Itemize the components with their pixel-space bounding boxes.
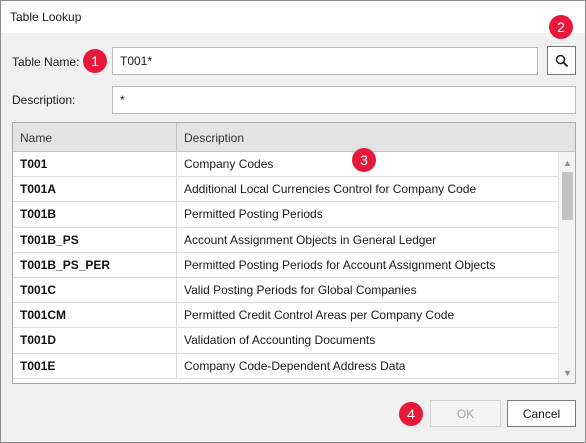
column-header-description[interactable]: Description [177, 123, 575, 152]
table-row[interactable]: T001E Company Code-Dependent Address Data [13, 353, 558, 379]
table-row[interactable]: T001 Company Codes [13, 152, 558, 178]
row-description: Company Code-Dependent Address Data [184, 358, 406, 373]
table-row[interactable]: T001B Permitted Posting Periods [13, 202, 558, 228]
row-description: Permitted Credit Control Areas per Compa… [184, 308, 455, 323]
scroll-up-icon[interactable]: ▲ [559, 154, 575, 171]
table-row[interactable]: T001A Additional Local Currencies Control… [13, 177, 558, 203]
callout-badge-1: 1 [83, 49, 107, 73]
table-row[interactable]: T001D Validation of Accounting Documents [13, 328, 558, 354]
row-name: T001E [13, 353, 177, 378]
cancel-button[interactable]: Cancel [507, 400, 576, 427]
description-input[interactable]: * [112, 86, 576, 114]
vertical-scrollbar[interactable]: ▲ ▼ [558, 152, 575, 383]
row-name: T001B_PS [13, 227, 177, 252]
table-lookup-dialog: Table Lookup Table Name: T001* Descripti… [0, 0, 586, 443]
results-table: Name Description T001 Company Codes T001A… [12, 122, 576, 384]
table-row[interactable]: T001B_PS_PER Permitted Posting Periods fo… [13, 252, 558, 278]
callout-badge-4: 4 [399, 402, 423, 426]
column-header-name[interactable]: Name [13, 123, 177, 152]
table-row[interactable]: T001C Valid Posting Periods for Global Co… [13, 277, 558, 304]
table-row[interactable]: T001CM Permitted Credit Control Areas per… [13, 303, 558, 329]
row-description: Valid Posting Periods for Global Compani… [184, 283, 417, 298]
table-row[interactable]: T001B_PS Account Assignment Objects in Ge… [13, 227, 558, 253]
row-name: T001A [13, 177, 177, 202]
row-name: T001CM [13, 303, 177, 328]
row-description: Validation of Accounting Documents [184, 333, 376, 348]
callout-badge-2: 2 [549, 15, 573, 39]
search-icon [555, 54, 568, 67]
row-name: T001C [13, 277, 177, 303]
table-header: Name Description [13, 123, 575, 152]
scroll-thumb[interactable] [562, 172, 573, 220]
table-body: T001 Company Codes T001A Additional Local … [13, 152, 558, 379]
window-title: Table Lookup [10, 10, 82, 24]
scroll-down-icon[interactable]: ▼ [559, 364, 575, 381]
row-name: T001B [13, 202, 177, 227]
row-name: T001B_PS_PER [13, 252, 177, 277]
callout-badge-3: 3 [352, 148, 376, 172]
row-name: T001 [13, 152, 177, 177]
description-label: Description: [12, 93, 76, 107]
row-description: Permitted Posting Periods [184, 207, 323, 222]
row-description: Account Assignment Objects in General Le… [184, 232, 437, 247]
table-name-label: Table Name: [12, 55, 80, 69]
table-name-input[interactable]: T001* [112, 47, 538, 75]
search-button[interactable] [547, 46, 576, 75]
row-name: T001D [13, 328, 177, 353]
row-description: Permitted Posting Periods for Account As… [184, 257, 496, 272]
ok-button[interactable]: OK [430, 400, 501, 427]
row-description: Additional Local Currencies Control for … [184, 182, 477, 197]
title-bar: Table Lookup [1, 1, 585, 33]
